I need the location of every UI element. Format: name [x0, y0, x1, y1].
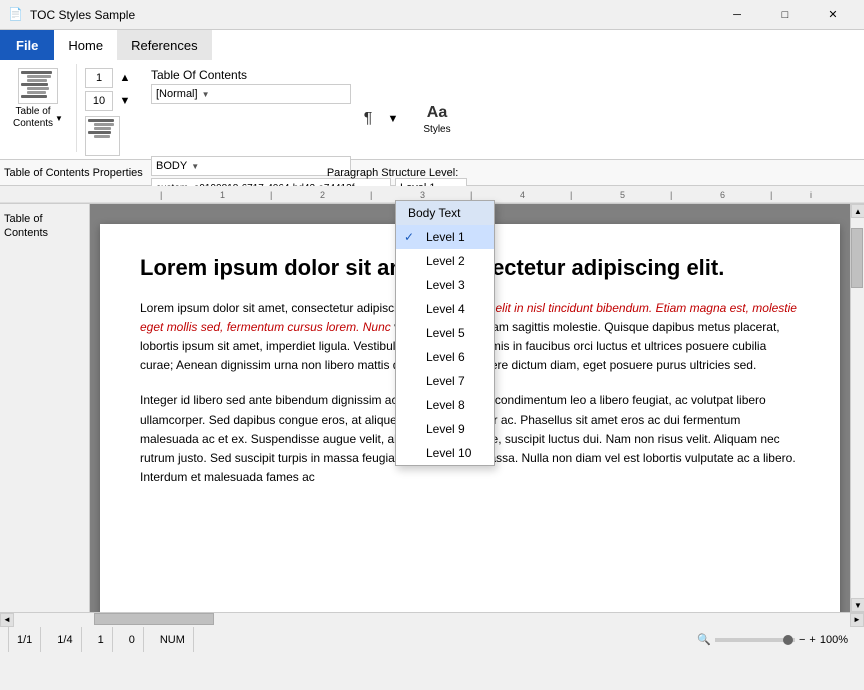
vertical-scrollbar[interactable]: ▲ ▼	[850, 204, 864, 612]
h-scrollbar-thumb[interactable]	[94, 613, 214, 625]
status-pos2: 0	[121, 627, 144, 652]
svg-text:|: |	[270, 190, 272, 200]
svg-text:1: 1	[220, 190, 225, 200]
menu-home[interactable]: Home	[54, 30, 117, 60]
zoom-plus[interactable]: +	[809, 634, 815, 646]
svg-text:6: 6	[720, 190, 725, 200]
ribbon: Table ofContents ▼ 1 ▲ 10 ▼ Table Of Con…	[0, 60, 864, 160]
zoom-icon: 🔍	[697, 633, 711, 646]
toc-button[interactable]: Table ofContents ▼	[8, 64, 68, 134]
svg-text:|: |	[670, 190, 672, 200]
left-panel: Table of Contents	[0, 204, 90, 612]
zoom-level: 100%	[820, 634, 848, 646]
number-box-10[interactable]: 10	[85, 91, 113, 111]
scroll-up-btn[interactable]: ▲	[851, 204, 864, 218]
status-pos1: 1	[90, 627, 113, 652]
level-dropdown-menu: Body Text Level 1 Level 2 Level 3 Level …	[395, 200, 495, 466]
style-body-dropdown[interactable]: BODY ▼	[151, 156, 351, 176]
dropdown-level-9[interactable]: Level 9	[396, 417, 494, 441]
dropdown-level-2[interactable]: Level 2	[396, 249, 494, 273]
ribbon-toc-group: Table ofContents ▼	[8, 64, 77, 152]
close-button[interactable]: ✕	[810, 0, 856, 30]
svg-text:|: |	[770, 190, 772, 200]
maximize-button[interactable]: □	[762, 0, 808, 30]
dropdown-level-3[interactable]: Level 3	[396, 273, 494, 297]
menu-references[interactable]: References	[117, 30, 211, 60]
zoom-area: 🔍 − + 100%	[689, 633, 856, 646]
dropdown-level-1[interactable]: Level 1	[396, 225, 494, 249]
toc-button-label: Table ofContents	[13, 106, 53, 130]
dropdown-level-4[interactable]: Level 4	[396, 297, 494, 321]
paragraph-mark-group: ¶ ▼	[355, 84, 403, 154]
zoom-slider[interactable]	[715, 638, 795, 642]
status-section: 1/4	[49, 627, 81, 652]
horizontal-scrollbar[interactable]: ◄ ►	[0, 612, 864, 626]
toc-dropdown-arrow[interactable]: ▼	[55, 114, 63, 123]
svg-text:5: 5	[620, 190, 625, 200]
para-more-btn[interactable]: ▼	[383, 109, 403, 129]
svg-text:3: 3	[420, 190, 425, 200]
toc-preview-thumb	[85, 116, 120, 156]
toc-properties-label: Table of Contents Properties	[4, 167, 143, 179]
ribbon-dropdown-row1: [Normal] ▼ ¶ ▼ Aa Styles	[151, 84, 856, 154]
app-icon: 📄	[8, 7, 24, 23]
dropdown-level-7[interactable]: Level 7	[396, 369, 494, 393]
number-row-1: 1 ▲	[85, 68, 135, 88]
scroll-down-btn[interactable]: ▼	[851, 598, 864, 612]
menu-file[interactable]: File	[0, 30, 54, 60]
toc-icon	[18, 68, 58, 104]
number-arrow-up[interactable]: ▲	[115, 68, 135, 88]
window-controls: ─ □ ✕	[714, 0, 856, 30]
menu-bar: File Home References	[0, 30, 864, 60]
scroll-left-btn[interactable]: ◄	[0, 613, 14, 627]
status-mode: NUM	[152, 627, 194, 652]
scrollbar-thumb[interactable]	[851, 228, 863, 288]
svg-text:|: |	[570, 190, 572, 200]
status-bar: 1/1 1/4 1 0 NUM 🔍 − + 100%	[0, 626, 864, 652]
status-page: 1/1	[8, 627, 41, 652]
ribbon-number-group: 1 ▲ 10 ▼	[85, 64, 135, 156]
svg-text:|: |	[370, 190, 372, 200]
ribbon-dropdown-row2: BODY ▼	[151, 156, 856, 176]
paragraph-mark-btn[interactable]: ¶	[355, 106, 381, 132]
dropdown-level-8[interactable]: Level 8	[396, 393, 494, 417]
h-scrollbar-track[interactable]	[14, 613, 850, 627]
number-box-1[interactable]: 1	[85, 68, 113, 88]
dropdown-level-10[interactable]: Level 10	[396, 441, 494, 465]
svg-text:|: |	[470, 190, 472, 200]
zoom-thumb[interactable]	[783, 635, 793, 645]
dropdown-level-5[interactable]: Level 5	[396, 321, 494, 345]
svg-text:4: 4	[520, 190, 525, 200]
zoom-minus[interactable]: −	[799, 634, 805, 646]
styles-button[interactable]: Aa Styles	[407, 84, 467, 154]
svg-text:2: 2	[320, 190, 325, 200]
scroll-right-btn[interactable]: ►	[850, 613, 864, 627]
toc-side-label: Table of Contents	[2, 208, 87, 245]
title-bar: 📄 TOC Styles Sample ─ □ ✕	[0, 0, 864, 30]
dropdown-level-6[interactable]: Level 6	[396, 345, 494, 369]
toc-title-display: Table Of Contents	[151, 68, 856, 82]
style-normal-dropdown[interactable]: [Normal] ▼	[151, 84, 351, 104]
number-arrow-down[interactable]: ▼	[115, 91, 135, 111]
number-row-10: 10 ▼	[85, 91, 135, 111]
minimize-button[interactable]: ─	[714, 0, 760, 30]
psl-label: Paragraph Structure Level:	[327, 167, 458, 179]
scrollbar-track[interactable]	[851, 218, 864, 598]
styles-icon: Aa	[427, 104, 447, 122]
svg-text:|: |	[160, 190, 162, 200]
svg-text:i: i	[810, 190, 812, 200]
app-title: TOC Styles Sample	[30, 8, 714, 22]
dropdown-body-text[interactable]: Body Text	[396, 201, 494, 225]
ribbon-main-section: Table Of Contents [Normal] ▼ ¶ ▼ Aa Styl…	[151, 64, 856, 198]
